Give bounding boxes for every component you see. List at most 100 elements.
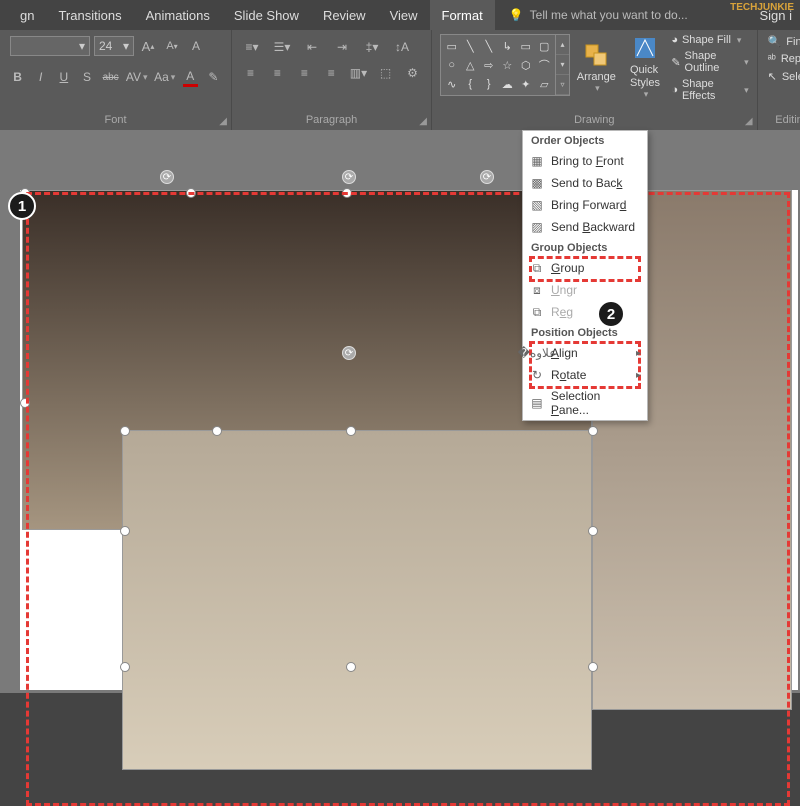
shapes-gallery-expand[interactable]: ▴▾▿ (556, 34, 570, 96)
tab-design-partial[interactable]: gn (8, 0, 46, 30)
line-spacing-icon[interactable]: ‡▾ (362, 37, 382, 57)
rotate-icon: ↻ (529, 367, 545, 383)
menu-selection-pane[interactable]: ▤Selection Pane... (523, 386, 647, 420)
shape-doublearrow-icon[interactable]: ☆ (499, 56, 517, 74)
arrange-dropdown: Order Objects ▦Bring to Front ▩Send to B… (522, 130, 648, 421)
menu-rotate[interactable]: ↻Rotate▸ (523, 364, 647, 386)
shape-effects-icon: ◑ (671, 84, 678, 96)
shape-outline-button[interactable]: ✎Shape Outline▾ (671, 50, 748, 74)
shape-connector-icon[interactable]: ↳ (499, 37, 517, 55)
send-backward-icon: ▨ (529, 219, 545, 235)
tab-transitions[interactable]: Transitions (46, 0, 133, 30)
shape-star-icon[interactable]: ✦ (517, 75, 535, 93)
shape-freeform-icon[interactable]: ∿ (443, 75, 461, 93)
indent-right-icon[interactable]: ⇥ (332, 37, 352, 57)
font-color-button[interactable]: A (183, 67, 198, 87)
bold-button[interactable]: B (10, 67, 25, 87)
font-size-combo[interactable]: 24▾ (94, 36, 134, 56)
annotation-badge-1: 1 (8, 192, 36, 220)
strikethrough-button[interactable]: abc (103, 67, 119, 87)
menu-bring-forward[interactable]: ▧Bring Forward (523, 194, 647, 216)
shape-plus-icon[interactable]: ▱ (536, 75, 554, 93)
shape-triangle-icon[interactable]: △ (462, 56, 480, 74)
shape-arrow-icon[interactable]: ⇨ (480, 56, 498, 74)
clear-formatting-icon[interactable]: A (186, 36, 206, 56)
shape-line-icon[interactable]: ╲ (462, 37, 480, 55)
align-text-icon[interactable]: ⬚ (377, 63, 394, 83)
underline-button[interactable]: U (56, 67, 71, 87)
menu-align[interactable]: �علاوهAlign▸ (523, 342, 647, 364)
slide-canvas[interactable]: ⟳ ⟳ ⟳ ⟳ (0, 130, 800, 693)
menu-group[interactable]: ⧉Group (523, 257, 647, 279)
bullets-icon[interactable]: ≡▾ (242, 37, 262, 57)
numbering-icon[interactable]: ☰▾ (272, 37, 292, 57)
shape-cloud-icon[interactable]: ☁ (499, 75, 517, 93)
select-icon: ↖ (768, 70, 777, 83)
menu-bar: gn Transitions Animations Slide Show Rev… (0, 0, 800, 30)
justify-icon[interactable]: ≡ (323, 63, 340, 83)
annotation-badge-2: 2 (597, 300, 625, 328)
paragraph-dialog-launcher-icon[interactable]: ◢ (419, 116, 427, 127)
font-dialog-launcher-icon[interactable]: ◢ (219, 116, 227, 127)
shape-roundrect-icon[interactable]: ▢ (536, 37, 554, 55)
drawing-dialog-launcher-icon[interactable]: ◢ (745, 116, 753, 127)
ungroup-icon: ⧈ (529, 282, 545, 298)
shape-arc-icon[interactable]: ⌒ (536, 56, 554, 74)
shape-outline-icon: ✎ (671, 56, 680, 69)
quick-styles-button[interactable]: Quick Styles▾ (623, 34, 668, 100)
ribbon-group-font: ▾ 24▾ A▴ A▾ A B I U S abc AV▾ Aa▾ A ✎ Fo… (0, 30, 232, 130)
replace-button[interactable]: ᵃᵇReplac (768, 52, 800, 66)
align-left-icon[interactable]: ≡ (242, 63, 259, 83)
tab-view[interactable]: View (378, 0, 430, 30)
tell-me-search[interactable]: 💡 Tell me what you want to do... (509, 8, 688, 22)
menu-bring-to-front[interactable]: ▦Bring to Front (523, 150, 647, 172)
replace-icon: ᵃᵇ (768, 53, 776, 65)
rotate-handle-icon[interactable]: ⟳ (160, 170, 174, 184)
highlight-button[interactable]: ✎ (206, 67, 221, 87)
arrange-icon (582, 41, 610, 69)
dropdown-header-group: Group Objects (523, 238, 647, 257)
shapes-gallery[interactable]: ▭ ╲ ╲ ↳ ▭ ▢ ○ △ ⇨ ☆ ⬡ ⌒ ∿ { } ☁ ✦ (440, 34, 556, 96)
find-button[interactable]: 🔍Find (768, 34, 800, 49)
change-case-button[interactable]: Aa▾ (155, 67, 175, 87)
italic-button[interactable]: I (33, 67, 48, 87)
text-direction-icon[interactable]: ↕A (392, 37, 412, 57)
tell-me-placeholder: Tell me what you want to do... (530, 8, 688, 22)
text-shadow-button[interactable]: S (79, 67, 94, 87)
menu-send-backward[interactable]: ▨Send Backward (523, 216, 647, 238)
rotate-handle-icon[interactable]: ⟳ (342, 170, 356, 184)
align-icon: �علاوه (529, 345, 545, 361)
rotate-handle-icon[interactable]: ⟳ (480, 170, 494, 184)
shape-lbrace-icon[interactable]: { (462, 75, 480, 93)
char-spacing-button[interactable]: AV▾ (127, 67, 147, 87)
tab-slideshow[interactable]: Slide Show (222, 0, 311, 30)
shape-effects-button[interactable]: ◑Shape Effects▾ (671, 78, 748, 102)
select-button[interactable]: ↖Select▾ (768, 69, 800, 84)
tab-animations[interactable]: Animations (134, 0, 222, 30)
shape-rect-icon[interactable]: ▭ (517, 37, 535, 55)
lightbulb-icon: 💡 (509, 8, 524, 22)
decrease-font-icon[interactable]: A▾ (162, 36, 182, 56)
shape-fill-button[interactable]: ◕Shape Fill▾ (671, 34, 748, 46)
columns-icon[interactable]: ▥▾ (350, 63, 367, 83)
shape-textbox-icon[interactable]: ▭ (443, 37, 461, 55)
shape-fill-icon: ◕ (671, 34, 678, 46)
shape-oval-icon[interactable]: ○ (443, 56, 461, 74)
align-right-icon[interactable]: ≡ (296, 63, 313, 83)
shape-options: ◕Shape Fill▾ ✎Shape Outline▾ ◑Shape Effe… (671, 34, 748, 102)
arrange-button[interactable]: Arrange▾ (574, 34, 619, 100)
smartart-icon[interactable]: ⚙ (404, 63, 421, 83)
shape-rbrace-icon[interactable]: } (480, 75, 498, 93)
tab-format[interactable]: Format (430, 0, 495, 30)
shape-hexagon-icon[interactable]: ⬡ (517, 56, 535, 74)
tab-review[interactable]: Review (311, 0, 378, 30)
align-center-icon[interactable]: ≡ (269, 63, 286, 83)
increase-font-icon[interactable]: A▴ (138, 36, 158, 56)
shape-line2-icon[interactable]: ╲ (480, 37, 498, 55)
watermark-logo: TECHJUNKIE (730, 2, 794, 13)
menu-send-to-back[interactable]: ▩Send to Back (523, 172, 647, 194)
font-family-combo[interactable]: ▾ (10, 36, 90, 56)
indent-left-icon[interactable]: ⇤ (302, 37, 322, 57)
paragraph-group-label: Paragraph (242, 112, 421, 128)
selection-pane-icon: ▤ (529, 395, 545, 411)
